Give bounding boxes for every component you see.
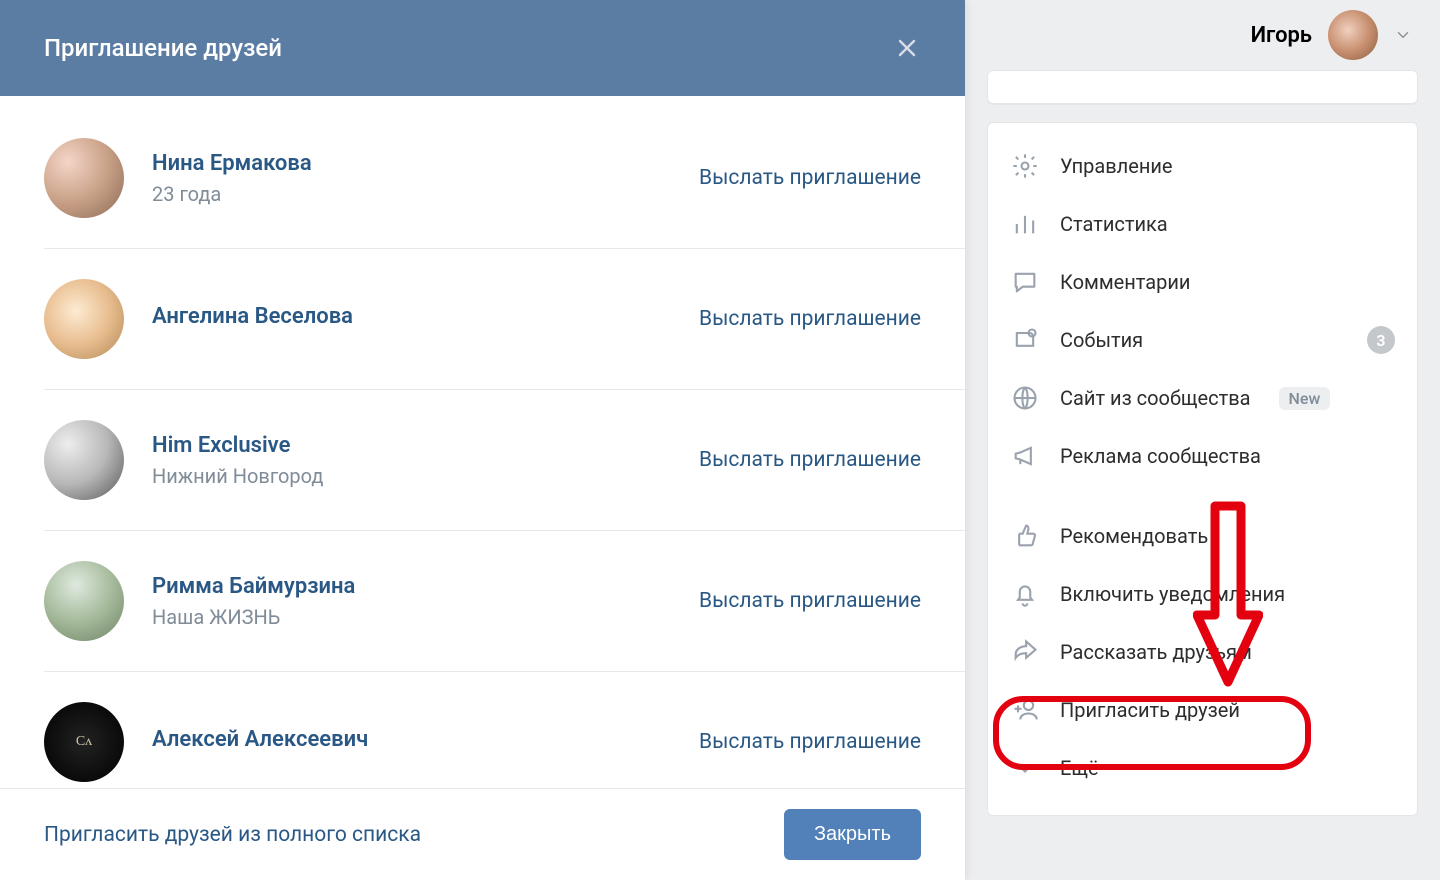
events-count-badge: 3 — [1367, 326, 1395, 354]
menu-comments[interactable]: Комментарии — [988, 253, 1417, 311]
friend-row: Сᴧ Алексей Алексеевич Выслать приглашени… — [44, 672, 965, 788]
thumbs-up-icon — [1010, 521, 1040, 551]
megaphone-icon — [1010, 441, 1040, 471]
friend-name[interactable]: Ангелина Веселова — [152, 304, 699, 329]
new-badge: New — [1279, 387, 1331, 410]
menu-ads[interactable]: Реклама сообщества — [988, 427, 1417, 485]
menu-label: Ещё — [1060, 756, 1099, 780]
modal-title: Приглашение друзей — [44, 34, 282, 62]
friend-row: Ангелина Веселова Выслать приглашение — [44, 249, 965, 390]
gear-icon — [1010, 151, 1040, 181]
menu-stats[interactable]: Статистика — [988, 195, 1417, 253]
chevron-down-icon — [1010, 753, 1040, 783]
panel-divider — [987, 70, 1418, 104]
friend-sub: 23 года — [152, 182, 699, 206]
friend-name[interactable]: Алексей Алексеевич — [152, 727, 699, 752]
menu-label: Пригласить друзей — [1060, 698, 1240, 722]
friend-name[interactable]: Нина Ермакова — [152, 151, 699, 176]
menu-label: Комментарии — [1060, 270, 1190, 294]
avatar[interactable] — [44, 420, 124, 500]
friend-row: Him Exclusive Нижний Новгород Выслать пр… — [44, 390, 965, 531]
community-menu: Управление Статистика Комментарии Событи… — [987, 122, 1418, 816]
bars-icon — [1010, 209, 1040, 239]
menu-label: Рассказать друзьям — [1060, 640, 1252, 664]
close-icon[interactable] — [893, 34, 921, 62]
friend-row: Римма Баймурзина Наша ЖИЗНЬ Выслать приг… — [44, 531, 965, 672]
topbar: Игорь — [987, 0, 1440, 70]
bell-badge-icon — [1010, 325, 1040, 355]
send-invite-link[interactable]: Выслать приглашение — [699, 730, 921, 754]
bell-icon — [1010, 579, 1040, 609]
menu-more[interactable]: Ещё — [988, 739, 1417, 797]
send-invite-link[interactable]: Выслать приглашение — [699, 307, 921, 331]
send-invite-link[interactable]: Выслать приглашение — [699, 166, 921, 190]
modal-header: Приглашение друзей — [0, 0, 965, 96]
menu-recommend[interactable]: Рекомендовать — [988, 507, 1417, 565]
menu-label: Рекомендовать — [1060, 524, 1208, 548]
menu-share[interactable]: Рассказать друзьям — [988, 623, 1417, 681]
share-icon — [1010, 637, 1040, 667]
friend-name[interactable]: Him Exclusive — [152, 433, 699, 458]
menu-invite-friends[interactable]: Пригласить друзей — [988, 681, 1417, 739]
invite-from-full-list-link[interactable]: Пригласить друзей из полного списка — [44, 823, 421, 847]
menu-label: Управление — [1060, 154, 1173, 178]
menu-label: События — [1060, 328, 1143, 352]
menu-site[interactable]: Сайт из сообщества New — [988, 369, 1417, 427]
avatar[interactable] — [44, 561, 124, 641]
menu-label: Реклама сообщества — [1060, 444, 1261, 468]
chevron-down-icon[interactable] — [1394, 26, 1412, 44]
send-invite-link[interactable]: Выслать приглашение — [699, 448, 921, 472]
current-user-name[interactable]: Игорь — [1251, 23, 1312, 48]
avatar[interactable] — [44, 138, 124, 218]
friends-list[interactable]: Нина Ермакова 23 года Выслать приглашени… — [0, 96, 965, 788]
friend-sub: Наша ЖИЗНЬ — [152, 605, 699, 629]
speech-bubble-icon — [1010, 267, 1040, 297]
current-user-avatar[interactable] — [1328, 10, 1378, 60]
globe-icon — [1010, 383, 1040, 413]
menu-label: Сайт из сообщества — [1060, 386, 1251, 410]
add-user-icon — [1010, 695, 1040, 725]
menu-manage[interactable]: Управление — [988, 137, 1417, 195]
close-button[interactable]: Закрыть — [784, 809, 921, 860]
friend-name[interactable]: Римма Баймурзина — [152, 574, 699, 599]
friend-sub: Нижний Новгород — [152, 464, 699, 488]
modal-footer: Пригласить друзей из полного списка Закр… — [0, 788, 965, 880]
menu-events[interactable]: События 3 — [988, 311, 1417, 369]
avatar[interactable]: Сᴧ — [44, 702, 124, 782]
friend-row: Нина Ермакова 23 года Выслать приглашени… — [44, 96, 965, 249]
menu-label: Включить уведомления — [1060, 582, 1285, 606]
avatar[interactable] — [44, 279, 124, 359]
invite-friends-modal: Приглашение друзей Нина Ермакова 23 года… — [0, 0, 965, 880]
send-invite-link[interactable]: Выслать приглашение — [699, 589, 921, 613]
menu-notifications[interactable]: Включить уведомления — [988, 565, 1417, 623]
menu-label: Статистика — [1060, 212, 1168, 236]
